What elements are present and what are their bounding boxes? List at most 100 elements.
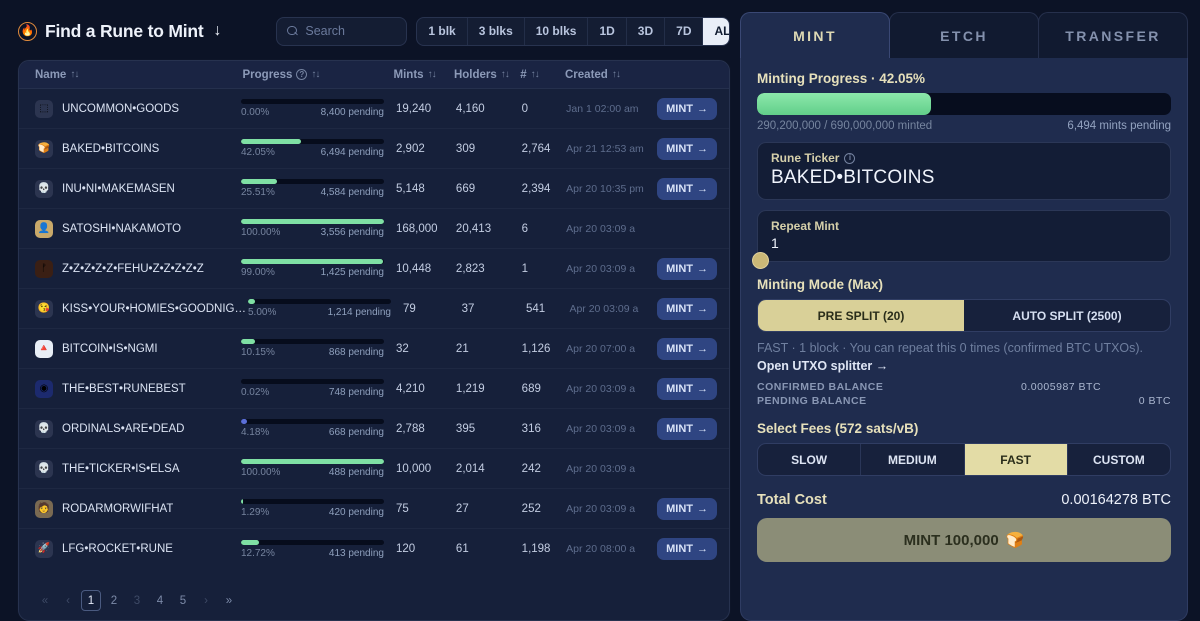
table-row[interactable]: 💀 INU•NI•MAKEMASEN 25.51% 4,584 pending 5,14… [19, 169, 729, 209]
fee-selector-group: SLOW MEDIUM FAST CUSTOM [757, 443, 1171, 477]
arrow-right-icon: → [697, 182, 708, 195]
column-header-holders[interactable]: Holders ↑↓ [454, 69, 520, 81]
rune-name-cell[interactable]: 🔺 BITCOIN•IS•NGMI [35, 339, 241, 358]
rune-name-cell[interactable]: 🧑 RODARMORWIFHAT [35, 499, 241, 518]
timeframe-filter-all[interactable]: ALL [703, 17, 730, 45]
mint-cta-button[interactable]: MINT 100,000 🍞 [757, 518, 1171, 563]
row-mint-button[interactable]: MINT → [657, 257, 717, 280]
table-row[interactable]: ◉ THE•BEST•RUNEBEST 0.02% 748 pending 4,210 1… [19, 369, 729, 409]
pagination-page-2[interactable]: 2 [104, 590, 124, 611]
table-row[interactable]: 😘 KISS•YOUR•HOMIES•GOODNIGHT 5.00% 1,214 pe… [19, 289, 729, 329]
table-row[interactable]: 💀 THE•TICKER•IS•ELSA 100.00% 488 pending 10,… [19, 449, 729, 489]
rune-ticker-field[interactable]: Rune Ticker i BAKED•BITCOINS [757, 142, 1171, 200]
info-icon[interactable]: i [844, 152, 856, 164]
fee-option-medium[interactable]: MEDIUM [861, 444, 965, 476]
rune-name-cell[interactable]: 🚀 LFG•ROCKET•RUNE [35, 540, 241, 558]
help-icon[interactable]: ? [296, 69, 308, 80]
row-mint-button[interactable]: MINT → [657, 297, 717, 320]
table-row[interactable]: 🚀 LFG•ROCKET•RUNE 12.72% 413 pending 120 61 1,… [19, 529, 729, 569]
holders-value: 309 [455, 142, 476, 155]
created-value: Apr 20 03:09 a [566, 462, 636, 475]
sort-icon-progress[interactable]: ↑↓ [311, 69, 320, 80]
created-value: Apr 20 08:00 a [566, 543, 636, 555]
column-header-created[interactable]: Created ↑↓ [565, 69, 653, 81]
table-row[interactable]: 👤 SATOSHI•NAKAMOTO 100.00% 3,556 pending 168… [19, 209, 729, 249]
number-value: 316 [521, 422, 541, 435]
row-mint-label: MINT [666, 382, 693, 395]
mints-value: 79 [403, 302, 416, 315]
row-mint-button[interactable]: MINT → [657, 377, 717, 400]
pagination-page-4[interactable]: 4 [150, 590, 170, 611]
rune-name-cell[interactable]: ᚠ Z•Z•Z•Z•Z•FEHU•Z•Z•Z•Z•Z [35, 259, 241, 278]
rune-name-cell[interactable]: 💀 ORDINALS•ARE•DEAD [35, 419, 241, 438]
minting-mode-note: FAST · 1 block · You can repeat this 0 t… [757, 339, 1171, 375]
rune-name-cell[interactable]: 😘 KISS•YOUR•HOMIES•GOODNIGHT [35, 299, 248, 318]
row-mint-button[interactable]: MINT → [657, 137, 717, 160]
rune-avatar: 🍞 [35, 139, 53, 158]
sort-icon-holders[interactable]: ↑↓ [501, 69, 510, 80]
mints-value: 32 [395, 342, 409, 355]
table-row[interactable]: 💀 ORDINALS•ARE•DEAD 4.18% 668 pending 2,788 3… [19, 409, 729, 449]
sort-direction-icon[interactable]: ↓ [214, 22, 222, 40]
timeframe-filter-7d[interactable]: 7D [665, 17, 704, 45]
pagination-page-5[interactable]: 5 [173, 590, 193, 611]
column-label-progress: Progress [242, 68, 293, 81]
rune-name-cell[interactable]: ⬚ UNCOMMON•GOODS [35, 99, 241, 118]
sort-icon-number[interactable]: ↑↓ [531, 69, 540, 80]
pagination-page-1[interactable]: 1 [81, 590, 101, 611]
timeframe-filter-3d[interactable]: 3D [627, 17, 666, 45]
sort-icon-mints[interactable]: ↑↓ [428, 69, 437, 80]
search-box[interactable] [276, 16, 408, 46]
row-mint-label: MINT [666, 102, 693, 115]
row-mint-button[interactable]: MINT → [657, 177, 717, 200]
table-row[interactable]: ⬚ UNCOMMON•GOODS 0.00% 8,400 pending 19,240 4… [19, 89, 729, 129]
rune-name-cell[interactable]: 💀 INU•NI•MAKEMASEN [35, 179, 241, 198]
row-mint-button[interactable]: MINT → [657, 497, 717, 520]
rune-name-cell[interactable]: 🍞 BAKED•BITCOINS [35, 139, 241, 158]
pagination-first[interactable]: « [35, 590, 55, 611]
pagination-last[interactable]: » [219, 590, 239, 611]
row-mint-button[interactable]: MINT → [657, 417, 717, 440]
repeat-mint-slider-handle[interactable] [752, 252, 769, 269]
timeframe-filter-1-blk[interactable]: 1 blk [417, 17, 468, 45]
search-input[interactable] [305, 24, 397, 38]
rune-name-cell[interactable]: 💀 THE•TICKER•IS•ELSA [35, 459, 241, 478]
progress-meta: 10.15% 868 pending [241, 347, 384, 358]
rune-name-cell[interactable]: 👤 SATOSHI•NAKAMOTO [35, 219, 241, 238]
fee-option-custom[interactable]: CUSTOM [1068, 444, 1170, 475]
column-header-number[interactable]: # ↑↓ [520, 69, 565, 81]
pagination-prev[interactable]: ‹ [58, 590, 78, 611]
fee-option-fast[interactable]: FAST [964, 444, 1068, 476]
progress-meta: 0.00% 8,400 pending [241, 107, 384, 118]
minting-mode-pre-split[interactable]: PRE SPLIT (20) [758, 300, 964, 331]
sort-icon-name[interactable]: ↑↓ [70, 69, 79, 80]
column-header-mints[interactable]: Mints ↑↓ [394, 69, 454, 81]
timeframe-filter-3-blks[interactable]: 3 blks [468, 17, 525, 45]
pagination-next[interactable]: › [196, 590, 216, 611]
repeat-mint-field[interactable]: Repeat Mint 1 [752, 210, 1171, 269]
mints-value: 19,240 [395, 102, 432, 115]
column-header-progress[interactable]: Progress ? ↑↓ [243, 69, 394, 81]
table-row[interactable]: ᚠ Z•Z•Z•Z•Z•FEHU•Z•Z•Z•Z•Z 99.00% 1,425 pen… [19, 249, 729, 289]
row-action-cell: MINT → [653, 538, 717, 560]
fee-option-slow[interactable]: SLOW [758, 444, 862, 476]
sort-icon-created[interactable]: ↑↓ [612, 69, 621, 80]
pagination-page-3[interactable]: 3 [127, 590, 147, 611]
total-cost-value: 0.00164278 BTC [1061, 492, 1171, 509]
minting-mode-auto-split[interactable]: AUTO SPLIT (2500) [964, 300, 1170, 331]
rune-name-cell[interactable]: ◉ THE•BEST•RUNEBEST [35, 379, 241, 398]
tab-etch[interactable]: ETCH [889, 12, 1039, 58]
row-mint-button[interactable]: MINT → [657, 538, 717, 560]
mints-value: 2,788 [395, 422, 425, 435]
column-header-name[interactable]: Name ↑↓ [35, 69, 243, 81]
table-row[interactable]: 🍞 BAKED•BITCOINS 42.05% 6,494 pending 2,902 3… [19, 129, 729, 169]
timeframe-filter-1d[interactable]: 1D [588, 17, 627, 45]
timeframe-filter-10-blks[interactable]: 10 blks [525, 17, 589, 45]
row-mint-button[interactable]: MINT → [657, 97, 717, 120]
utxo-splitter-link[interactable]: Open UTXO splitter → [757, 359, 888, 373]
table-row[interactable]: 🧑 RODARMORWIFHAT 1.29% 420 pending 75 27 252 Ap… [19, 489, 729, 529]
tab-mint[interactable]: MINT [740, 12, 890, 58]
table-row[interactable]: 🔺 BITCOIN•IS•NGMI 10.15% 868 pending 32 21 1,1… [19, 329, 729, 369]
tab-transfer[interactable]: TRANSFER [1038, 12, 1188, 58]
row-mint-button[interactable]: MINT → [657, 337, 717, 360]
